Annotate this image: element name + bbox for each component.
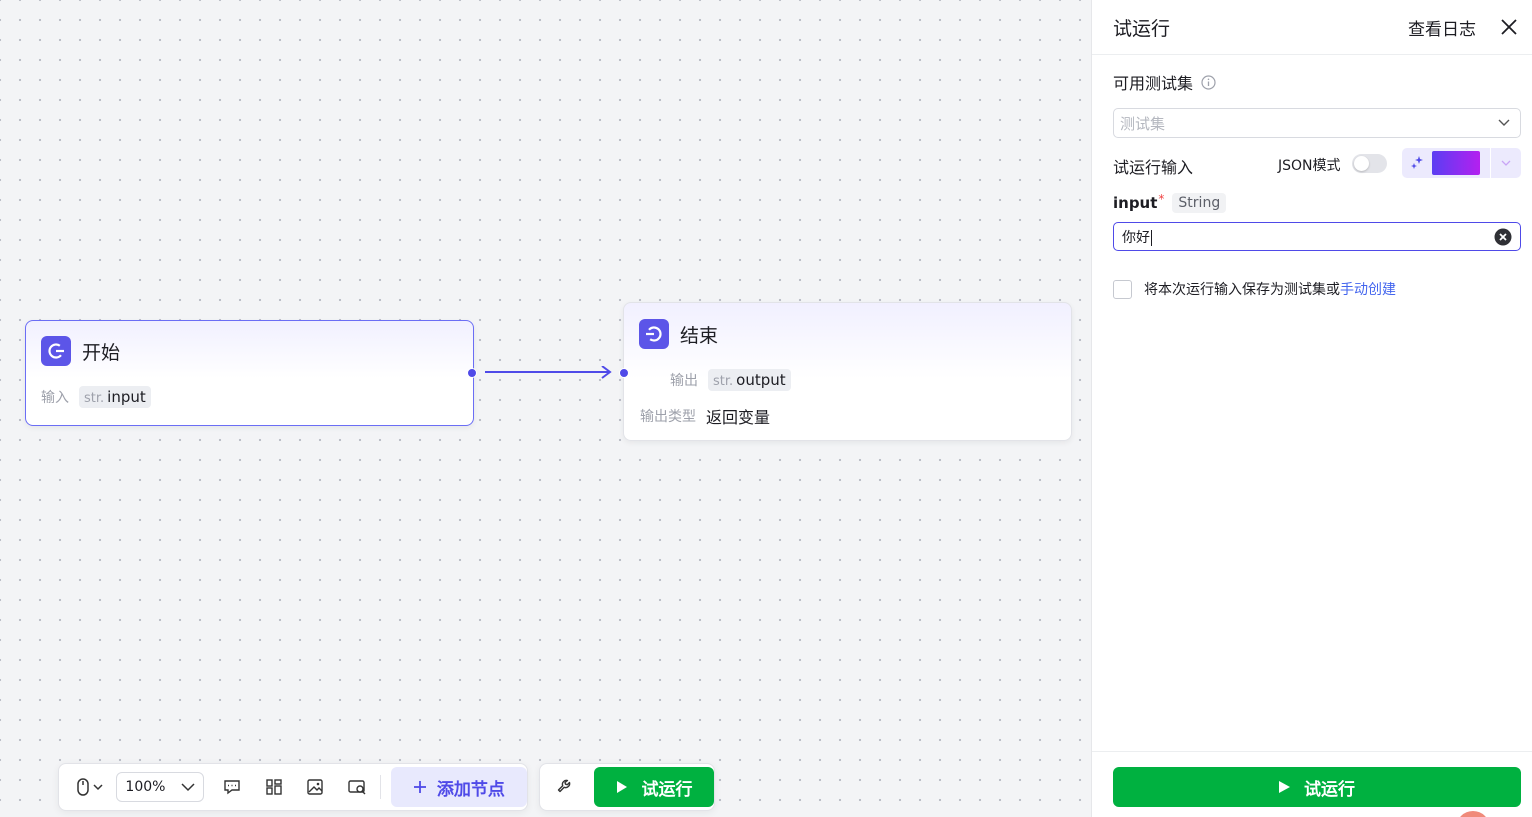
info-icon[interactable]	[1201, 74, 1216, 90]
panel-run-label: 试运行	[1304, 779, 1355, 800]
input-field-label: input * String	[1113, 192, 1227, 213]
add-node-label: 添加节点	[436, 779, 505, 800]
start-node[interactable]: 开始 输入 str. input	[25, 320, 477, 426]
minimap-icon	[348, 780, 366, 795]
end-node-icon	[639, 319, 669, 349]
end-node-output-type-value: 返回变量	[706, 408, 771, 427]
input-field-value-wrap: 你好	[1122, 227, 1152, 247]
end-node-header: 结束	[639, 319, 718, 349]
start-node-input-label: 输入	[41, 390, 69, 406]
export-image-button[interactable]	[299, 770, 333, 804]
ai-generate-button[interactable]	[1402, 148, 1521, 178]
close-icon[interactable]	[1500, 18, 1518, 36]
end-node-title: 结束	[680, 324, 719, 347]
input-field-value: 你好	[1122, 229, 1150, 246]
minimap-button[interactable]	[340, 770, 374, 804]
layout-icon	[266, 779, 282, 795]
connection-edge[interactable]	[485, 366, 615, 380]
debug-tools-button[interactable]	[548, 770, 582, 804]
wrench-icon	[557, 779, 571, 793]
toolbar-run-button[interactable]: 试运行	[594, 767, 714, 807]
panel-header: 试运行 查看日志	[1092, 0, 1532, 55]
start-node-input-row: 输入 str. input	[41, 386, 151, 408]
chevron-down-icon	[180, 783, 195, 792]
clear-icon[interactable]	[1494, 228, 1512, 246]
play-icon	[616, 781, 627, 793]
save-test-set-text: 将本次运行输入保存为测试集或	[1144, 282, 1340, 298]
view-log-link[interactable]: 查看日志	[1408, 15, 1476, 40]
plus-icon	[413, 781, 426, 793]
required-mark: *	[1158, 192, 1165, 206]
manual-create-link[interactable]: 手动创建	[1340, 279, 1396, 299]
toolbar-run-label: 试运行	[641, 779, 693, 800]
image-icon	[307, 779, 324, 795]
var-name: input	[107, 388, 146, 406]
save-test-set-checkbox[interactable]	[1113, 279, 1132, 299]
json-mode-toggle[interactable]	[1352, 154, 1387, 173]
save-test-set-row: 将本次运行输入保存为测试集或 手动创建	[1113, 279, 1396, 299]
start-node-icon	[41, 336, 71, 366]
end-node-output-type-row: 输出类型 返回变量	[640, 404, 770, 428]
ai-dropdown-arrow[interactable]	[1491, 160, 1521, 167]
panel-run-button[interactable]: 试运行	[1113, 767, 1521, 807]
end-node-output-label: 输出	[670, 373, 698, 389]
canvas-toolbar: 100% 添加节点	[58, 763, 528, 811]
play-icon	[1279, 781, 1290, 793]
var-type-prefix: str.	[84, 391, 105, 406]
field-name: input	[1113, 194, 1158, 212]
test-set-label: 可用测试集	[1113, 74, 1194, 93]
input-field[interactable]: 你好	[1113, 222, 1521, 251]
ai-gradient-swatch	[1432, 151, 1480, 175]
end-node[interactable]: 结束 输出 str. output 输出类型 返回变量	[619, 302, 1072, 441]
toggle-knob	[1354, 156, 1369, 171]
mouse-icon	[76, 778, 103, 796]
end-node-var-tag: str. output	[708, 369, 791, 391]
end-node-output-type-label: 输出类型	[640, 409, 696, 425]
json-mode-label: JSON模式	[1278, 158, 1341, 174]
var-name: output	[736, 371, 786, 389]
run-input-section: 试运行输入	[1113, 154, 1193, 178]
auto-layout-button[interactable]	[257, 770, 291, 804]
test-set-section: 可用测试集	[1113, 70, 1216, 94]
start-node-output-port[interactable]	[467, 368, 477, 378]
var-type-prefix: str.	[713, 374, 734, 389]
chevron-down-icon	[1498, 119, 1510, 126]
start-node-title: 开始	[82, 341, 121, 364]
start-node-var-tag: str. input	[79, 386, 151, 408]
end-node-input-port[interactable]	[619, 368, 629, 378]
test-set-select[interactable]: 测试集	[1113, 108, 1521, 138]
comment-button[interactable]	[216, 770, 250, 804]
field-type-badge: String	[1172, 193, 1227, 213]
end-node-output-row: 输出 str. output	[670, 369, 791, 391]
zoom-select[interactable]: 100%	[116, 772, 204, 802]
comment-icon	[224, 780, 240, 795]
test-run-panel: 试运行 查看日志 可用测试集 测试集 试运行输入 JSON模式 input * …	[1091, 0, 1532, 817]
run-input-label: 试运行输入	[1113, 158, 1194, 177]
run-toolbar: 试运行	[539, 763, 715, 811]
ai-sparkle-icon	[1402, 155, 1432, 171]
start-node-header: 开始	[41, 336, 120, 366]
workflow-canvas[interactable]: 开始 输入 str. input 结束 输出 str. output 输出类型 …	[0, 0, 1091, 817]
text-caret	[1151, 229, 1152, 246]
panel-title: 试运行	[1113, 17, 1171, 40]
test-set-placeholder: 测试集	[1120, 114, 1166, 133]
zoom-value: 100%	[125, 779, 166, 795]
chevron-down-icon	[1501, 160, 1511, 166]
toolbar-divider	[379, 775, 381, 799]
interaction-mode-button[interactable]	[67, 770, 112, 804]
add-node-button[interactable]: 添加节点	[390, 767, 527, 807]
